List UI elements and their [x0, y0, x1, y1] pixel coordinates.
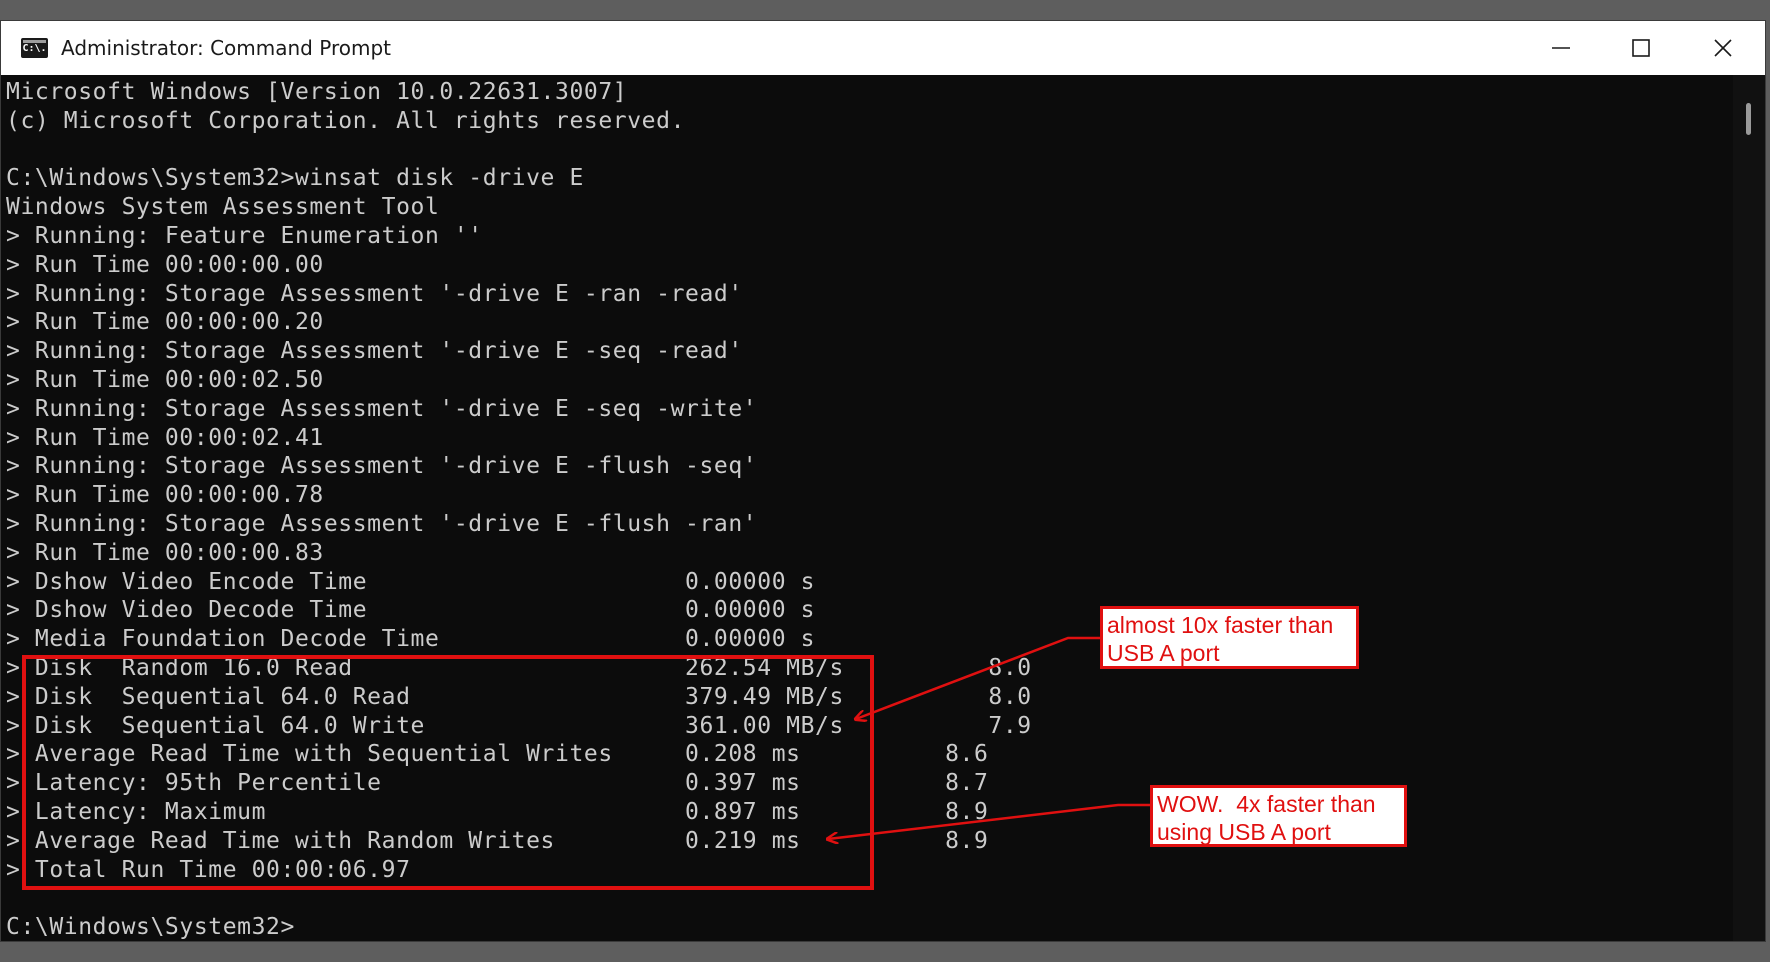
title-bar[interactable]: C:\. Administrator: Command Prompt — [1, 21, 1765, 75]
results-highlight-box — [22, 655, 874, 890]
console-line: > Running: Storage Assessment '-drive E … — [6, 395, 758, 422]
minimize-icon — [1552, 47, 1570, 49]
maximize-icon — [1632, 39, 1650, 57]
close-button[interactable] — [1683, 21, 1763, 75]
minimize-button[interactable] — [1521, 21, 1601, 75]
console-line: C:\Windows\System32>winsat disk -drive E — [6, 165, 584, 192]
maximize-button[interactable] — [1601, 21, 1681, 75]
console-line: Windows System Assessment Tool — [6, 194, 440, 221]
window-title: Administrator: Command Prompt — [61, 36, 391, 60]
console-line: > Run Time 00:00:02.41 — [6, 424, 324, 451]
command-prompt-icon: C:\. — [21, 38, 48, 58]
console-line: Microsoft Windows [Version 10.0.22631.30… — [6, 79, 628, 105]
close-icon — [1714, 39, 1732, 57]
console-line: > Running: Storage Assessment '-drive E … — [6, 280, 743, 307]
console-line: > Run Time 00:00:00.83 — [6, 539, 324, 566]
console-line: > Running: Storage Assessment '-drive E … — [6, 453, 758, 480]
console-line: > Running: Storage Assessment '-drive E … — [6, 510, 758, 537]
vertical-scrollbar[interactable] — [1733, 75, 1765, 941]
scrollbar-thumb[interactable] — [1746, 103, 1751, 135]
console-line: C:\Windows\System32> — [6, 914, 295, 941]
console-line: > Run Time 00:00:00.78 — [6, 482, 324, 509]
annotation-callout-4x: WOW. 4x faster than using USB A port — [1150, 785, 1407, 847]
console-line: > Running: Feature Enumeration '' — [6, 222, 483, 249]
console-line: > Dshow Video Decode Time 0.00000 s — [6, 597, 816, 624]
console-line: > Running: Storage Assessment '-drive E … — [6, 338, 743, 365]
console-line: > Run Time 00:00:02.50 — [6, 366, 324, 393]
console-line: > Dshow Video Encode Time 0.00000 s — [6, 568, 816, 595]
console-line: > Run Time 00:00:00.20 — [6, 309, 324, 336]
console-line: > Run Time 00:00:00.00 — [6, 251, 324, 278]
annotation-callout-10x: almost 10x faster than USB A port — [1100, 606, 1359, 669]
console-line: > Media Foundation Decode Time 0.00000 s — [6, 626, 816, 653]
console-line: (c) Microsoft Corporation. All rights re… — [6, 107, 686, 134]
